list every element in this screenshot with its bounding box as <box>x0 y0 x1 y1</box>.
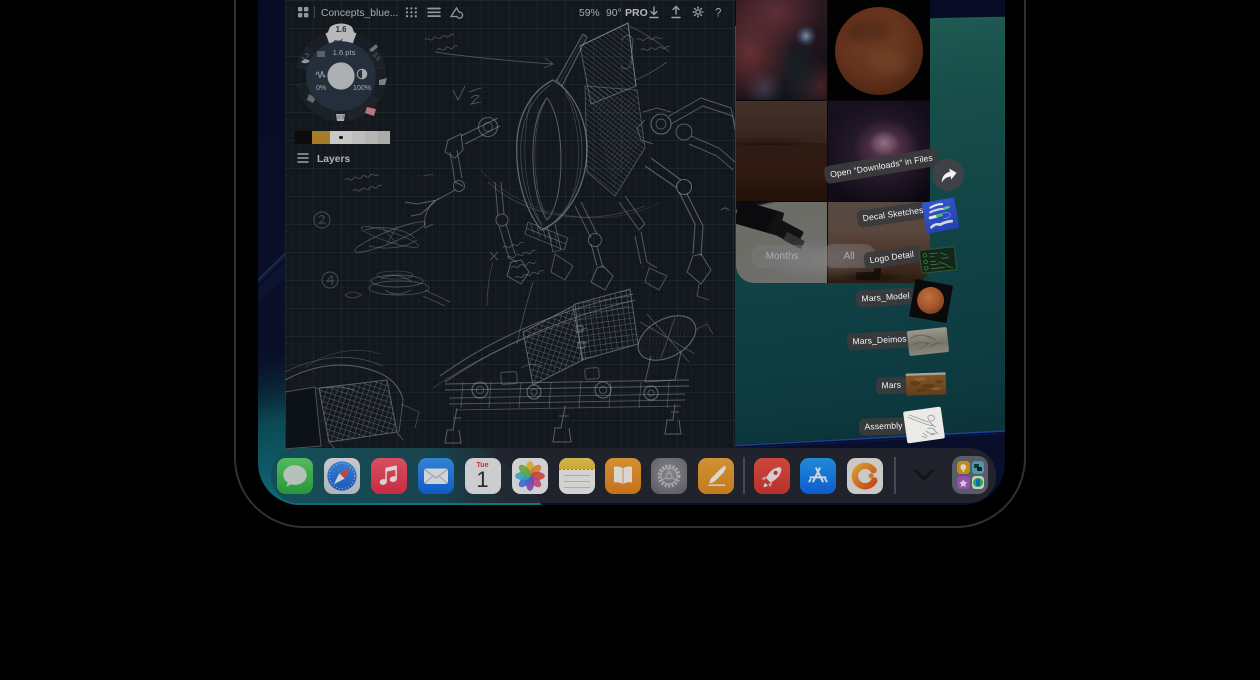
svg-text:90°: 90° <box>606 8 622 19</box>
svg-text:Concepts_blue...: Concepts_blue... <box>321 8 398 19</box>
svg-text:?: ? <box>715 8 721 20</box>
svg-text:6'8: 6'8 <box>337 115 344 121</box>
svg-text:Layers: Layers <box>317 154 350 165</box>
svg-text:1.6 pts: 1.6 pts <box>333 48 356 57</box>
svg-text:1.6: 1.6 <box>336 25 348 34</box>
svg-text:PRO: PRO <box>625 7 648 19</box>
svg-text:59%: 59% <box>579 8 600 19</box>
svg-text:0%: 0% <box>316 85 326 92</box>
svg-text:100%: 100% <box>353 85 371 92</box>
